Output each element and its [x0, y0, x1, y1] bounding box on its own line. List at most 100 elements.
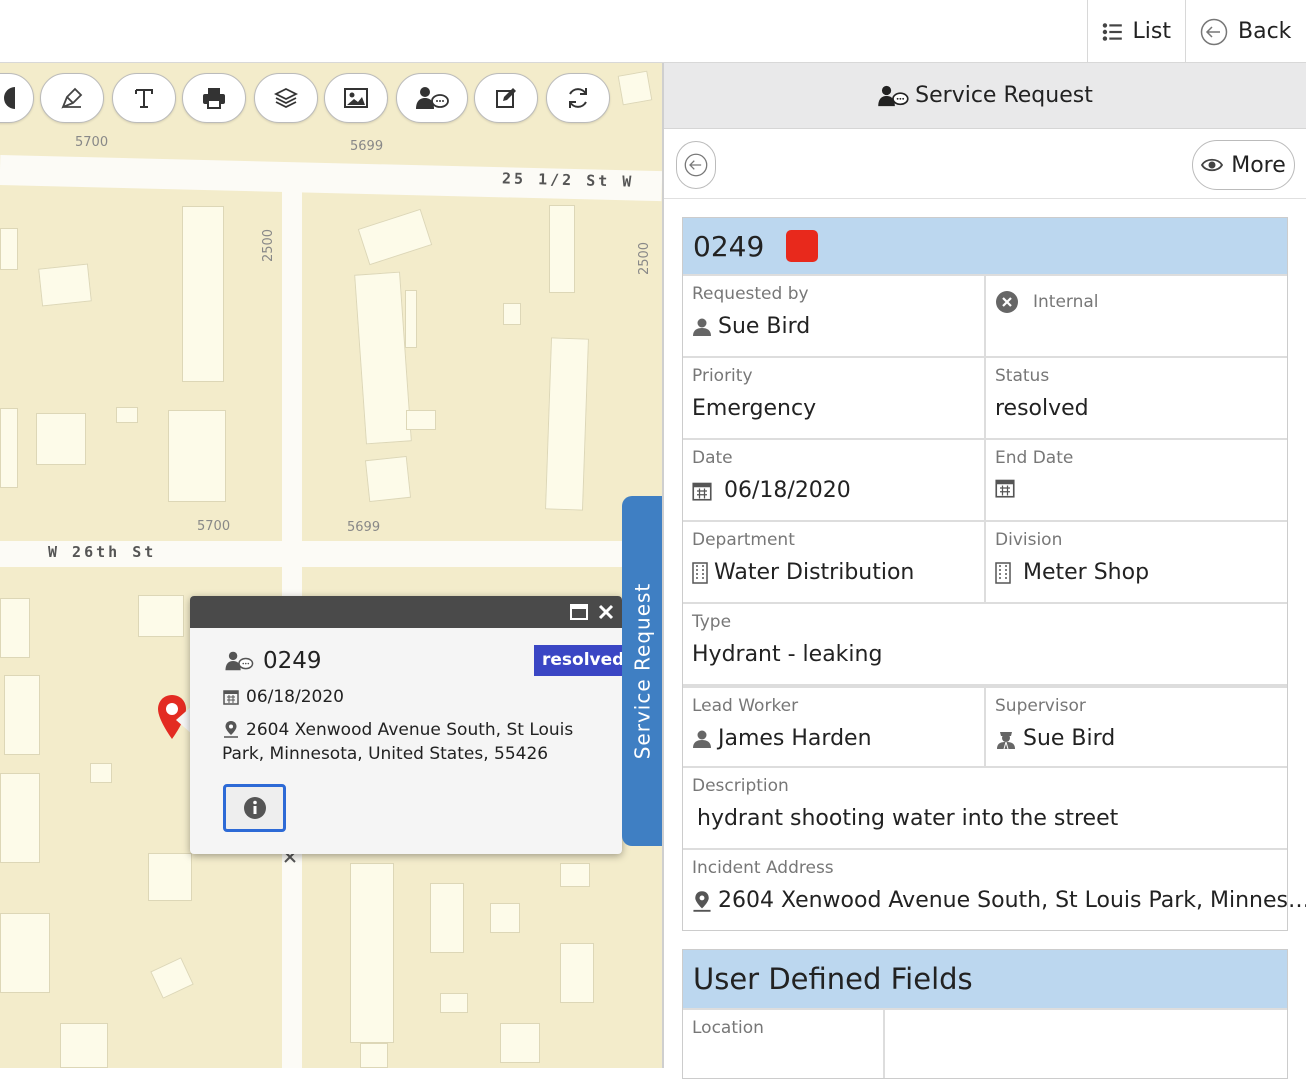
image-icon — [344, 88, 368, 108]
back-button[interactable]: Back — [1185, 0, 1306, 63]
text-tool-button[interactable] — [112, 73, 176, 123]
building — [0, 773, 40, 863]
record-row: Lead Worker James Harden Supervisor Sue … — [683, 684, 1287, 766]
type-label: Type — [692, 612, 732, 632]
info-button[interactable] — [223, 784, 286, 832]
eye-icon — [1201, 158, 1224, 172]
building — [617, 70, 653, 106]
map-popup: 0249 resolved 06/18/2020 2604 Xenwood Av… — [190, 596, 622, 854]
close-icon[interactable] — [598, 604, 614, 620]
service-request-tool-button[interactable] — [396, 73, 468, 123]
requested-by-value: Sue Bird — [718, 314, 811, 339]
building — [0, 228, 18, 270]
incident-address-value: 2604 Xenwood Avenue South, St Louis Park… — [718, 888, 1306, 913]
layers-icon — [274, 87, 298, 109]
lead-worker-value-wrap: James Harden — [692, 726, 975, 751]
building — [430, 883, 464, 953]
layers-button[interactable] — [254, 73, 318, 123]
description-label: Description — [692, 776, 789, 796]
incident-address-cell: Incident Address 2604 Xenwood Avenue Sou… — [683, 850, 1306, 930]
side-tab-label-wrap: Service Request — [622, 496, 662, 846]
edit-button[interactable] — [474, 73, 538, 123]
incident-address-label: Incident Address — [692, 858, 834, 878]
record-row: Incident Address 2604 Xenwood Avenue Sou… — [683, 848, 1306, 930]
building — [350, 863, 394, 1043]
record-row: Description hydrant shooting water into … — [683, 766, 1287, 848]
popup-header — [190, 596, 622, 628]
building — [500, 1023, 540, 1063]
record-detail: 0249 Requested by Sue Bird Internal Prio… — [682, 217, 1306, 931]
text-icon — [135, 89, 153, 108]
udf-header: User Defined Fields — [683, 950, 1287, 1008]
building — [148, 853, 192, 901]
service-request-icon — [878, 85, 909, 106]
division-cell: Division Meter Shop — [984, 522, 1287, 602]
circle-icon — [4, 87, 15, 109]
draw-tool-button[interactable] — [40, 73, 104, 123]
service-request-panel: Service Request More 0249 Requested by S… — [662, 63, 1306, 1079]
building — [0, 913, 50, 993]
priority-cell: Priority Emergency — [683, 358, 984, 438]
date-value-wrap: 06/18/2020 — [692, 478, 975, 503]
date-value: 06/18/2020 — [724, 478, 851, 503]
building — [357, 208, 433, 266]
location-icon — [693, 890, 711, 912]
status-cell: Status resolved — [984, 358, 1287, 438]
service-request-icon — [225, 651, 254, 671]
type-cell: Type Hydrant - leaking — [683, 604, 1287, 684]
more-label: More — [1231, 152, 1286, 178]
description-value: hydrant shooting water into the street — [697, 806, 1119, 831]
list-button[interactable]: List — [1087, 0, 1185, 63]
end-date-label: End Date — [995, 448, 1074, 468]
image-button[interactable] — [324, 73, 388, 123]
address-label: 5699 — [347, 520, 381, 535]
requested-by-value-wrap: Sue Bird — [692, 314, 975, 339]
location-label: Location — [692, 1018, 764, 1038]
building — [364, 455, 412, 503]
incident-address-value-wrap: 2604 Xenwood Avenue South, St Louis Park… — [692, 888, 1306, 913]
building — [38, 263, 92, 307]
building — [405, 290, 417, 348]
department-label: Department — [692, 530, 795, 550]
lead-worker-label: Lead Worker — [692, 696, 799, 716]
panel-back-button[interactable] — [676, 141, 716, 189]
panel-title: Service Request — [915, 83, 1093, 108]
building — [0, 408, 18, 488]
x-circle-icon — [996, 291, 1018, 313]
building — [182, 206, 224, 382]
division-value-wrap: Meter Shop — [995, 560, 1278, 585]
building — [354, 271, 412, 445]
user-icon — [693, 318, 711, 336]
building — [560, 943, 594, 1003]
refresh-button[interactable] — [546, 73, 610, 123]
refresh-icon — [569, 88, 587, 108]
lead-worker-value: James Harden — [718, 726, 872, 751]
service-request-icon — [416, 87, 449, 109]
print-button[interactable] — [182, 73, 246, 123]
building — [560, 863, 590, 887]
department-value: Water Distribution — [714, 560, 915, 585]
popup-date: 06/18/2020 — [246, 687, 344, 707]
status-badge: resolved — [534, 645, 622, 676]
division-label: Division — [995, 530, 1063, 550]
more-button[interactable]: More — [1192, 140, 1295, 190]
department-value-wrap: Water Distribution — [692, 560, 975, 585]
map-view[interactable]: 5700 5699 2500 2500 5700 5699 25 1/2 St … — [0, 63, 662, 1068]
record-row: Department Water Distribution Division M… — [683, 520, 1287, 602]
building — [490, 903, 520, 933]
division-value: Meter Shop — [1023, 560, 1150, 585]
popup-record-id: 0249 — [263, 648, 322, 674]
street-label-w-26th-st: W 26th St — [48, 543, 157, 561]
maximize-icon[interactable] — [570, 604, 588, 620]
top-bar: List Back — [0, 0, 1306, 63]
building — [36, 413, 86, 465]
type-value: Hydrant - leaking — [692, 642, 883, 667]
record-row: Date 06/18/2020 End Date — [683, 438, 1287, 520]
circle-arrow-left-icon — [684, 153, 708, 177]
calendar-icon — [223, 690, 239, 705]
info-icon — [243, 797, 266, 819]
building-icon — [995, 561, 1011, 584]
building — [138, 595, 184, 637]
panel-nav: More — [664, 129, 1306, 199]
internal-wrap: Internal — [995, 290, 1278, 314]
